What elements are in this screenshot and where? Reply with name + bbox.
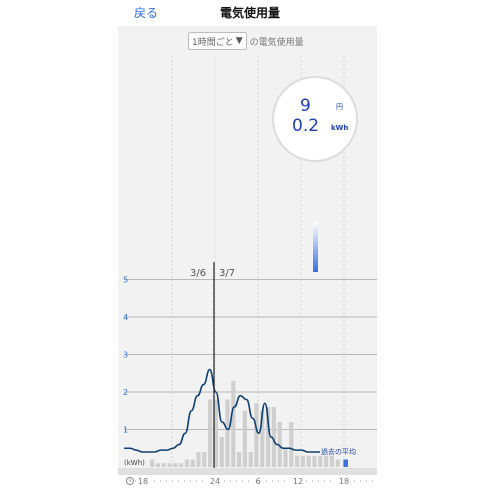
- current-usage-bar: [343, 459, 348, 467]
- usage-bar: [242, 410, 247, 467]
- usage-bar: [335, 459, 340, 467]
- usage-bar: [289, 422, 294, 467]
- x-tick-label: 18: [339, 477, 349, 486]
- energy-value: 0.2: [292, 116, 320, 136]
- usage-bar: [173, 463, 178, 467]
- usage-bar: [179, 463, 184, 467]
- usage-bar: [219, 437, 224, 467]
- usage-bar: [225, 399, 230, 467]
- x-tick-label: 12: [293, 477, 303, 486]
- usage-bar: [329, 455, 334, 467]
- usage-summary-circle: 9 円 0.2 kWh: [272, 76, 358, 162]
- usage-bar: [161, 463, 166, 467]
- usage-bar: [196, 452, 201, 467]
- usage-bar: [208, 399, 213, 467]
- cost-unit: 円: [336, 103, 343, 111]
- y-tick-label: 2: [123, 388, 128, 397]
- usage-bar: [190, 459, 195, 467]
- usage-bar: [237, 452, 242, 467]
- usage-chart[interactable]: 123453/6 3/7(kWh)過去の平均18 24 6 12 18: [0, 0, 500, 500]
- usage-bar: [300, 455, 305, 467]
- usage-bar: [231, 380, 236, 467]
- usage-bar: [283, 448, 288, 467]
- y-tick-label: 3: [123, 351, 128, 360]
- usage-bar: [167, 463, 172, 467]
- cost-value: 9: [300, 96, 311, 116]
- x-tick-label: 24: [210, 477, 220, 486]
- usage-bar: [248, 452, 253, 467]
- usage-bar: [295, 455, 300, 467]
- y-tick-label: 4: [123, 313, 128, 322]
- series-legend-label: 過去の平均: [321, 447, 356, 456]
- usage-bar: [318, 455, 323, 467]
- x-tick-label: 6: [255, 477, 260, 486]
- clock-icon-hands: [129, 479, 132, 482]
- current-level-indicator: [313, 222, 318, 272]
- usage-bar: [312, 455, 317, 467]
- x-axis-strip: [118, 468, 377, 475]
- usage-bar: [150, 459, 155, 467]
- usage-bar: [324, 455, 329, 467]
- usage-bar: [184, 459, 189, 467]
- date-label-prev: 3/6: [190, 268, 206, 279]
- usage-bar: [155, 463, 160, 467]
- y-tick-label: 1: [123, 426, 128, 435]
- usage-bar: [202, 452, 207, 467]
- date-label-next: 3/7: [219, 268, 235, 279]
- usage-bar: [254, 403, 259, 467]
- y-tick-label: 5: [123, 276, 128, 285]
- unit-label: (kWh): [124, 459, 145, 467]
- usage-bar: [306, 455, 311, 467]
- energy-unit: kWh: [331, 124, 349, 132]
- x-tick-label: 18: [138, 477, 148, 486]
